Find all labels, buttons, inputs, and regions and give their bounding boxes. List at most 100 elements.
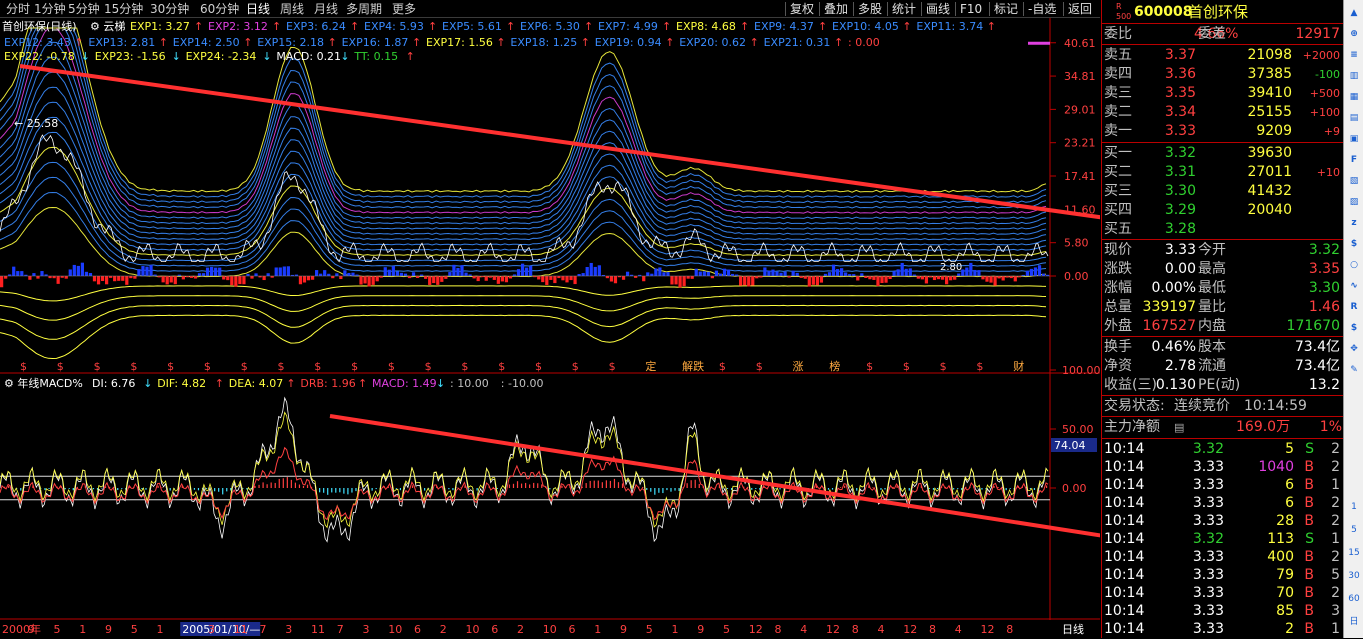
toolbar-button[interactable]: 返回 [1068, 1, 1092, 17]
macd-bar [335, 488, 336, 493]
volume-bar [0, 276, 3, 287]
period-tab[interactable]: 分时 [6, 1, 30, 17]
table-icon[interactable]: ▦ [1347, 90, 1361, 104]
ask-row: 卖三3.3539410+500 [1102, 84, 1344, 103]
price-marker [1028, 42, 1050, 45]
exp-value: : 0.00 [848, 36, 880, 49]
period-shortcut[interactable]: 15 [1347, 546, 1361, 560]
toolbar-button[interactable]: 多股 [858, 1, 882, 17]
rsi-icon[interactable]: R [1347, 300, 1361, 314]
period-shortcut[interactable]: 60 [1347, 592, 1361, 606]
exp-value: EXP24: -2.34 [186, 50, 257, 63]
macd-bar [993, 486, 994, 488]
period-tab[interactable]: 更多 [392, 1, 416, 17]
monitor-icon[interactable]: ▣ [1347, 132, 1361, 146]
stat-row: 换手0.46%股本73.4亿 [1102, 338, 1344, 357]
exp-arrow: ↑ [74, 36, 83, 49]
macd-bar [981, 488, 982, 490]
toolbar-button[interactable]: 统计 [892, 1, 916, 17]
macd-bar [448, 488, 449, 489]
main-net-row[interactable]: 主力净额 ▤ 169.0万 1% [1102, 418, 1344, 437]
event-mark: $ [57, 360, 64, 373]
macd-bar [618, 482, 619, 488]
volume-bar [182, 276, 185, 279]
period-tab[interactable]: 60分钟 [200, 1, 239, 17]
circle-icon[interactable]: ○ [1347, 258, 1361, 272]
exp-value: EXP20: 0.62 [679, 36, 746, 49]
f10-icon[interactable]: F [1347, 153, 1361, 167]
volume-bar [145, 267, 148, 276]
toolbar-button[interactable]: 画线 [926, 1, 950, 17]
period-tab[interactable]: 15分钟 [104, 1, 143, 17]
event-mark: $ [130, 360, 137, 373]
fund-icon[interactable]: $ [1347, 237, 1361, 251]
peak-label: ← 25.58 [14, 117, 58, 130]
volume-bar [699, 272, 702, 276]
period-shortcut[interactable]: 30 [1347, 569, 1361, 583]
calendar-dot-icon[interactable]: ▨ [1347, 195, 1361, 209]
exp-arrow: ↑ [350, 20, 359, 33]
main-chart-title: 首创环保(日线) [2, 19, 77, 33]
fiz-icon[interactable]: z [1347, 216, 1361, 230]
toolbar-button[interactable]: -自选 [1028, 1, 1056, 17]
dollar-icon[interactable]: $ [1347, 321, 1361, 335]
x-tick-label: 10 [466, 623, 480, 636]
event-mark: 定 [645, 359, 656, 373]
macd-bar [594, 481, 595, 488]
list-icon[interactable]: ≡ [1347, 48, 1361, 62]
volume-bar [129, 276, 132, 278]
calendar-icon[interactable]: ▧ [1347, 174, 1361, 188]
toolbar-button[interactable]: 叠加 [824, 1, 848, 17]
toolbar-button[interactable]: 标记 [994, 1, 1018, 17]
exp-value: EXP3: 6.24 [286, 20, 346, 33]
x-tick-label: 6 [491, 623, 498, 636]
period-tab[interactable]: 日线 [246, 1, 270, 17]
arrow-up-icon[interactable]: ▲ [1347, 6, 1361, 20]
volume-bar [727, 270, 730, 276]
macd-bar [529, 484, 530, 488]
macd-bar [1010, 488, 1011, 489]
volume-bar [1034, 267, 1037, 276]
period-tab[interactable]: 多周期 [346, 1, 382, 17]
macd-bar [44, 488, 45, 490]
volume-bar [48, 276, 51, 278]
event-mark: $ [976, 360, 983, 373]
ask-volume: 9209 [1256, 122, 1292, 141]
volume-bar [642, 276, 645, 281]
period-shortcut[interactable]: 5 [1347, 523, 1361, 537]
period-tab[interactable]: 周线 [280, 1, 304, 17]
macd-bar [614, 479, 615, 488]
stock-header[interactable]: R500 600008 首创环保 [1102, 2, 1344, 22]
toolbar-button[interactable]: 复权 [790, 1, 814, 17]
macd-bar [561, 486, 562, 488]
grid-icon[interactable]: ▤ [1347, 111, 1361, 125]
kline-chart[interactable]: 40.6134.8129.0123.2117.4111.605.800.00← … [0, 18, 1100, 638]
tick-row: 10:143.3385B3 [1102, 602, 1344, 621]
period-tab[interactable]: 月线 [314, 1, 338, 17]
pen-icon[interactable]: ✎ [1347, 363, 1361, 377]
bar-chart-icon[interactable]: ▥ [1347, 69, 1361, 83]
volume-bar [856, 276, 859, 280]
stock-name: 首创环保 [1188, 2, 1248, 22]
period-shortcut[interactable]: 日 [1347, 615, 1361, 629]
chart-icon[interactable]: ∿ [1347, 279, 1361, 293]
period-tab[interactable]: 1分钟 [34, 1, 66, 17]
bid-row: 买四3.2920040 [1102, 201, 1344, 220]
x-tick-label: 2005/01/10/— [182, 623, 260, 636]
move-icon[interactable]: ✥ [1347, 342, 1361, 356]
toolbar-button[interactable]: F10 [960, 1, 982, 17]
volume-bar [404, 274, 407, 276]
period-shortcut[interactable]: 1 [1347, 500, 1361, 514]
bid-price: 3.31 [1165, 163, 1196, 182]
volume-bar [283, 267, 286, 276]
volume-bar [331, 276, 334, 278]
period-tab[interactable]: 30分钟 [150, 1, 189, 17]
exp-arrow: ↑ [272, 20, 281, 33]
volume-bar [674, 276, 677, 284]
exp-arrow: ↑ [987, 20, 996, 33]
macd-bar [610, 481, 611, 488]
zoom-icon[interactable]: ⊕ [1347, 27, 1361, 41]
exp-arrow: ↑ [581, 36, 590, 49]
period-tab[interactable]: 5分钟 [68, 1, 100, 17]
lower-band-line [0, 305, 1046, 339]
